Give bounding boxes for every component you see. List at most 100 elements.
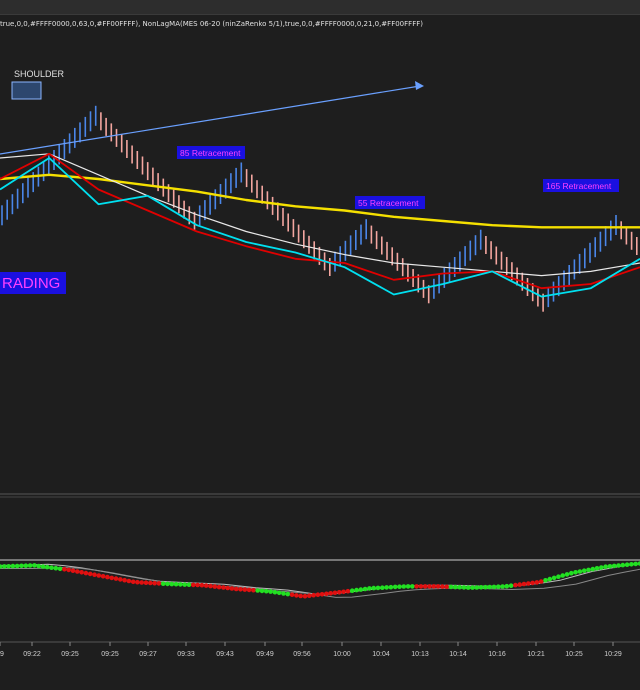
osc-dot [328,591,334,596]
osc-dot [487,584,493,590]
osc-dot [560,573,565,578]
osc-dot [75,569,80,574]
osc-dot [62,567,67,572]
osc-dot [431,584,437,589]
osc-dot [483,584,488,590]
osc-dot [551,575,557,581]
osc-dot [427,584,432,589]
osc-dot [255,588,260,593]
osc-dot [229,586,235,591]
osc-dot [594,566,600,571]
osc-dot [508,583,514,588]
x-tick-label: 10:21 [527,651,545,658]
x-tick-label: 10:25 [565,651,583,658]
x-tick-label: 09:43 [216,651,234,658]
osc-dot [375,585,381,591]
osc-dot [620,562,626,568]
osc-dot [569,570,574,576]
osc-dot [341,589,346,595]
osc-dot [233,586,239,592]
osc-dot [440,584,445,589]
osc-dot [70,568,76,573]
osc-dot [633,561,638,567]
osc-dot [332,590,338,596]
osc-dot [526,581,531,586]
osc-dot [126,578,132,584]
osc-dot [6,564,11,569]
osc-dot [354,587,359,593]
osc-dot [109,575,114,581]
osc-dot [547,576,553,582]
osc-dot [96,573,102,578]
x-tick-label: 09:27 [139,651,157,658]
osc-dot [122,577,127,583]
osc-dot [556,574,561,579]
osc-dot [195,582,200,588]
osc-dot [573,570,578,575]
osc-dot [599,565,604,570]
osc-dot [87,571,93,577]
osc-dot [225,585,230,591]
osc-dot [543,578,548,583]
osc-dot [268,589,273,594]
osc-dot [246,587,252,593]
osc-dot [14,563,20,569]
osc-dot [165,581,170,587]
retracement-label-1: 85 Retracement [180,148,241,158]
x-tick-label: 10:29 [604,651,622,658]
osc-dot [530,580,535,586]
x-tick-label: 10:14 [449,651,467,658]
osc-dot [36,563,41,569]
price-chart[interactable]: 9 09:22 09:25 09:25 09:27 09:33 09:43 09:49 09:5… [0,0,640,690]
osc-dot [272,589,278,595]
osc-dot [285,591,291,597]
osc-dot [53,565,59,571]
osc-dot [324,591,329,597]
osc-dot [212,584,218,589]
x-tick-label: 10:00 [333,651,351,658]
osc-dot [401,584,407,589]
retracement-label-2: 55 Retracement [358,198,419,208]
osc-dot [191,582,196,588]
osc-dot [118,577,123,582]
osc-dot [203,583,209,588]
osc-dot [251,587,256,593]
osc-dot [40,564,46,569]
osc-dot [19,563,24,569]
x-tick-label: 10:04 [372,651,390,658]
osc-dot [397,584,402,589]
osc-dot [624,562,630,567]
osc-dot [504,583,510,589]
osc-dot [23,563,29,568]
osc-dot [83,570,89,576]
osc-dot [160,581,166,586]
osc-dot [371,585,377,591]
osc-dot [453,584,458,590]
osc-dot [182,582,187,587]
osc-dot [156,581,162,586]
osc-dot [337,590,342,595]
osc-dot [362,586,368,592]
osc-dot [32,563,37,568]
osc-dot [143,580,149,585]
osc-dot [538,579,544,584]
x-tick-label: 09:33 [177,651,195,658]
osc-dot [289,592,295,597]
osc-dot [521,581,527,587]
osc-dot [148,580,153,586]
x-tick-label: 09:56 [293,651,311,658]
osc-dot [470,585,475,590]
osc-dot [607,564,613,569]
x-tick-label: 09:25 [101,651,119,658]
shoulder-box [11,81,42,100]
osc-dot [517,582,522,587]
osc-dot [384,585,389,590]
osc-dot [208,583,213,589]
trading-label: RADING [2,275,60,292]
osc-dot [380,585,385,590]
osc-dot [79,570,84,575]
osc-dot [616,563,621,568]
osc-dot [448,584,454,590]
osc-dot [302,593,308,599]
osc-dot [388,584,394,590]
